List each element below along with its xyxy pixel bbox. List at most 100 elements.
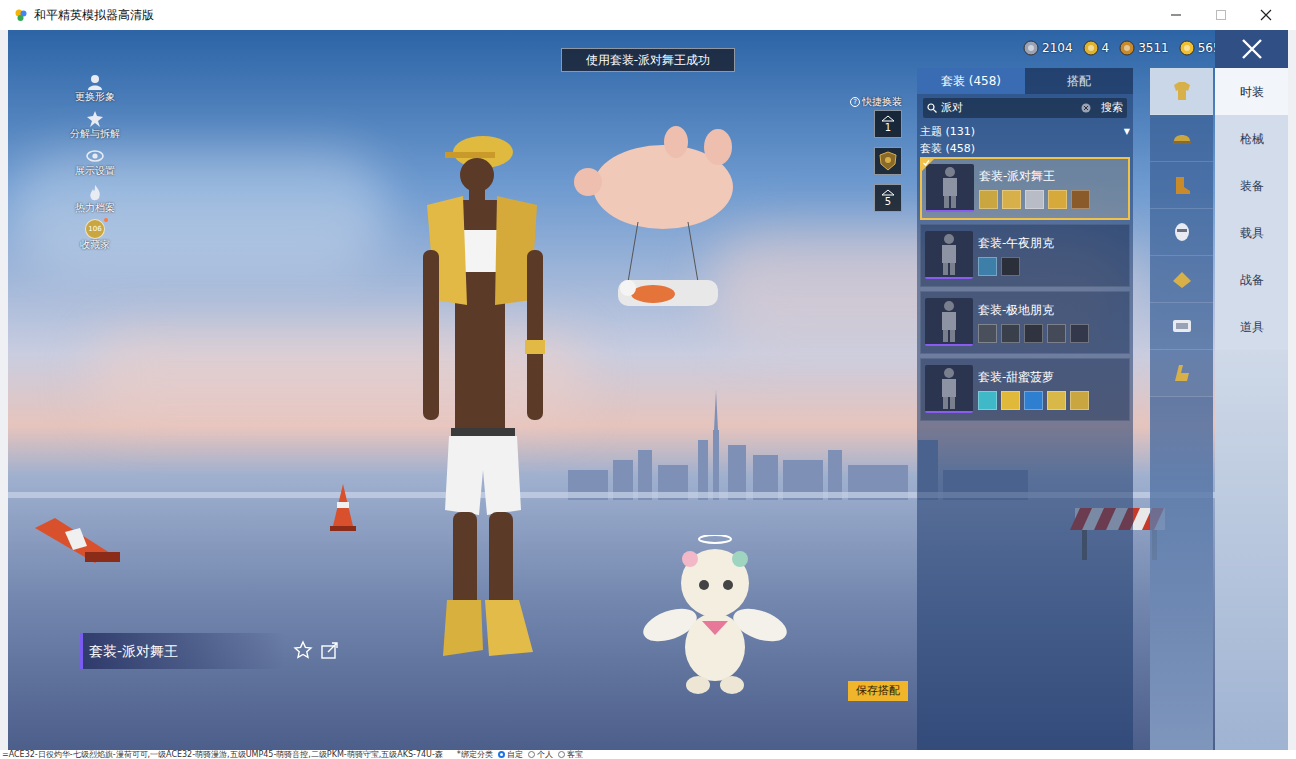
- search-field[interactable]: 派对 搜索: [923, 98, 1127, 118]
- bind-radio[interactable]: 客宝: [558, 750, 583, 759]
- outfit-info: 套装-甜蜜菠萝: [978, 368, 1089, 410]
- bind-radio[interactable]: 个人: [528, 750, 553, 759]
- outfit-panel: 套装 (458)搭配派对搜索主题 (131)▼套装 (458)套装-派对舞王套装…: [917, 68, 1133, 750]
- outfit-parts: [978, 324, 1089, 343]
- outfit-part[interactable]: [1001, 324, 1020, 343]
- outfit-part[interactable]: [1024, 324, 1043, 343]
- save-button[interactable]: 保存搭配: [848, 681, 908, 701]
- close-window-icon[interactable]: [1243, 0, 1288, 30]
- outfit-item[interactable]: 套装-甜蜜菠萝: [920, 358, 1130, 421]
- character-model: [385, 130, 585, 660]
- check-icon: [922, 159, 934, 171]
- outfit-item-name: 套装-甜蜜菠萝: [978, 368, 1089, 386]
- balloon-pet: [568, 122, 753, 332]
- desktop-edge: [0, 30, 8, 750]
- outfit-part[interactable]: [1025, 190, 1044, 209]
- desktop-strip: =ACE32-日役灼华-七级烈焰旗-漫荷可可,一级ACE32-萌骑漫游,五级UM…: [0, 750, 1296, 759]
- category-column: [1150, 68, 1213, 750]
- category-button[interactable]: [1150, 68, 1213, 115]
- radio-label: 客宝: [567, 750, 583, 759]
- bear-pet: [640, 535, 790, 700]
- search-button[interactable]: 搜索: [1101, 100, 1123, 117]
- radio-dot[interactable]: [558, 751, 565, 758]
- category-button[interactable]: [1150, 256, 1213, 303]
- category-button[interactable]: [1150, 350, 1213, 397]
- nav-tab[interactable]: 装备: [1215, 162, 1288, 209]
- outfit-part[interactable]: [1070, 324, 1089, 343]
- outfit-part[interactable]: [1047, 391, 1066, 410]
- outfit-info: 套装-派对舞王: [979, 167, 1090, 209]
- outfit-part[interactable]: [1048, 190, 1067, 209]
- search-icon: [927, 103, 937, 113]
- close-icon[interactable]: [1215, 30, 1288, 68]
- currency: 2104: [1023, 39, 1073, 57]
- outfit-part[interactable]: [1070, 391, 1089, 410]
- category-button[interactable]: [1150, 115, 1213, 162]
- puzzle-icon: [86, 110, 104, 128]
- outfit-thumbnail: [925, 298, 973, 346]
- outfit-part[interactable]: [1001, 391, 1020, 410]
- currency-value: 2104: [1042, 39, 1073, 57]
- minimize-icon[interactable]: [1153, 0, 1198, 30]
- left-menu-item[interactable]: 更换形象: [64, 66, 126, 103]
- star-icon[interactable]: [293, 640, 313, 660]
- radio-dot[interactable]: [528, 751, 535, 758]
- left-menu-item[interactable]: 展示设置: [64, 140, 126, 177]
- outfit-part[interactable]: [1071, 190, 1090, 209]
- outfit-part[interactable]: [978, 391, 997, 410]
- outfit-item[interactable]: 套装-派对舞王: [920, 157, 1130, 220]
- share-icon[interactable]: [320, 640, 340, 660]
- quick-slot[interactable]: 5: [874, 184, 902, 212]
- quick-slot[interactable]: [874, 147, 902, 175]
- flame-icon: [86, 184, 104, 202]
- category-fill: [1150, 397, 1213, 750]
- nav-tab[interactable]: 战备: [1215, 256, 1288, 303]
- main-row: 使用套装-派对舞王成功更换形象分解与拆解展示设置热力档案106收藏家210443…: [0, 30, 1296, 750]
- outfit-part[interactable]: [1001, 257, 1020, 276]
- outfit-item[interactable]: 套装-极地朋克: [920, 291, 1130, 354]
- search-value[interactable]: 派对: [941, 100, 1077, 117]
- nav-tab[interactable]: 载具: [1215, 209, 1288, 256]
- category-button[interactable]: [1150, 162, 1213, 209]
- outfit-part[interactable]: [1047, 324, 1066, 343]
- currency-value: 4: [1102, 39, 1110, 57]
- nav-tab[interactable]: 枪械: [1215, 115, 1288, 162]
- radio-dot[interactable]: [498, 751, 505, 758]
- category-button[interactable]: [1150, 209, 1213, 256]
- left-menu-item[interactable]: 热力档案: [64, 177, 126, 214]
- left-menu-label: 展示设置: [75, 165, 115, 177]
- bind-radio[interactable]: 自定: [498, 750, 523, 759]
- nav-tab[interactable]: 道具: [1215, 303, 1288, 350]
- maximize-icon: [1198, 0, 1243, 30]
- outfit-part[interactable]: [978, 324, 997, 343]
- outfit-info: 套装-极地朋克: [978, 301, 1089, 343]
- bind-group: *绑定分类自定个人客宝: [457, 750, 583, 759]
- cloud: [8, 150, 388, 270]
- left-menu-item[interactable]: 106收藏家: [64, 214, 126, 251]
- help-button[interactable]: ?: [850, 97, 860, 107]
- eye-icon: [86, 147, 104, 165]
- outfit-part[interactable]: [979, 190, 998, 209]
- notice-dot: [104, 218, 108, 222]
- currency: 4: [1083, 39, 1110, 57]
- left-menu-label: 分解与拆解: [70, 128, 120, 140]
- theme-filter[interactable]: 主题 (131)▼: [917, 124, 1133, 141]
- window-title: 和平精英模拟器高清版: [34, 6, 154, 24]
- nav-tab[interactable]: 时装: [1215, 68, 1288, 115]
- outfit-part[interactable]: [978, 257, 997, 276]
- panel-tab[interactable]: 搭配: [1025, 68, 1133, 94]
- outfit-part[interactable]: [1002, 190, 1021, 209]
- category-button[interactable]: [1150, 303, 1213, 350]
- outfit-item-name: 套装-极地朋克: [978, 301, 1089, 319]
- slot-number: 5: [885, 196, 891, 208]
- outfit-item[interactable]: 套装-午夜朋克: [920, 224, 1130, 287]
- outfit-name: 套装-派对舞王: [80, 633, 285, 669]
- quick-slot[interactable]: 1: [874, 110, 902, 138]
- outfit-part[interactable]: [1024, 391, 1043, 410]
- collector-badge: 106: [88, 226, 101, 233]
- toast-message: 使用套装-派对舞王成功: [561, 48, 735, 72]
- clear-icon[interactable]: [1081, 103, 1091, 113]
- left-menu-item[interactable]: 分解与拆解: [64, 103, 126, 140]
- panel-tab[interactable]: 套装 (458): [917, 68, 1025, 94]
- currency-bar: 2104435115658: [1023, 38, 1228, 58]
